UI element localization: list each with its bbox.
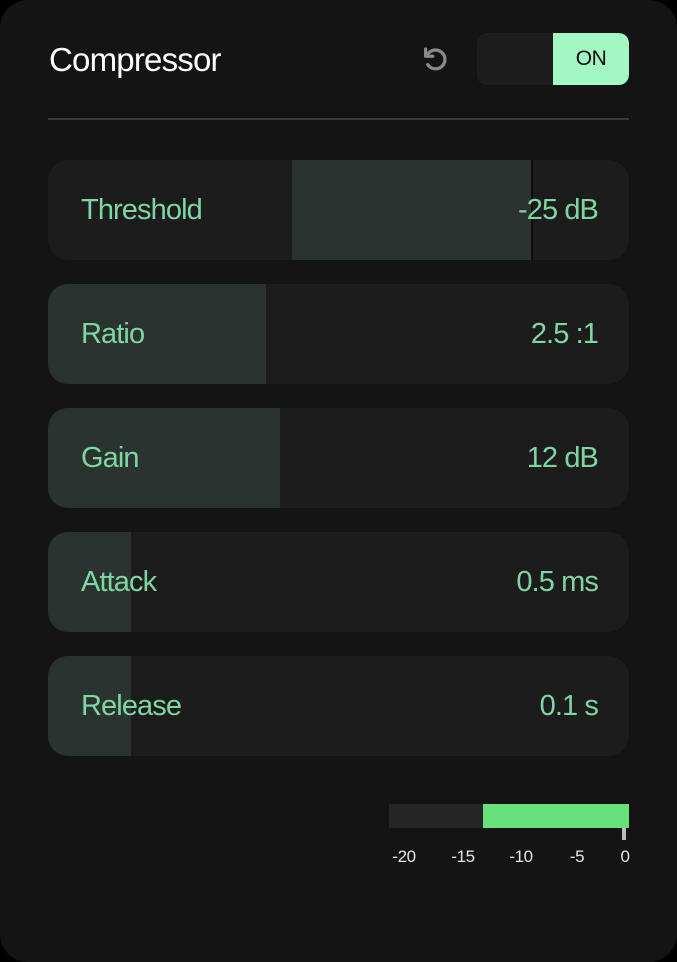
slider-value: 2.5 :1 — [530, 318, 599, 350]
slider-label: Gain — [81, 442, 140, 474]
meter-level-fill — [482, 804, 629, 828]
slider-label: Release — [81, 690, 182, 722]
power-toggle-on-label: ON — [553, 33, 629, 85]
slider-release[interactable]: Release 0.1 s — [48, 656, 629, 756]
meter-tick-label: -15 — [451, 847, 475, 866]
compressor-panel: Compressor ON Threshold -25 dB Ratio 2.5 :1… — [0, 0, 677, 962]
slider-label: Attack — [81, 566, 157, 598]
slider-label: Ratio — [81, 318, 145, 350]
slider-value: 0.1 s — [539, 690, 599, 722]
slider-label: Threshold — [81, 194, 203, 226]
slider-threshold[interactable]: Threshold -25 dB — [48, 160, 629, 260]
reset-button[interactable] — [418, 42, 452, 76]
meter-tick-label: -20 — [392, 847, 416, 866]
panel-title: Compressor — [49, 41, 222, 78]
meter-tick-label: -10 — [509, 847, 533, 866]
gain-reduction-meter — [389, 804, 629, 828]
slider-gain[interactable]: Gain 12 dB — [48, 408, 629, 508]
slider-value: 12 dB — [526, 442, 599, 474]
slider-fill — [292, 160, 532, 260]
slider-value: 0.5 ms — [516, 566, 599, 598]
slider-ratio[interactable]: Ratio 2.5 :1 — [48, 284, 629, 384]
meter-tick-label: 0 — [620, 847, 630, 866]
power-toggle[interactable]: ON — [477, 33, 629, 85]
meter-tick-label: -5 — [569, 847, 585, 866]
slider-attack[interactable]: Attack 0.5 ms — [48, 532, 629, 632]
header-divider — [48, 118, 629, 120]
reset-icon — [424, 47, 447, 71]
meter-peak-marker — [622, 828, 626, 840]
slider-value: -25 dB — [517, 194, 599, 226]
